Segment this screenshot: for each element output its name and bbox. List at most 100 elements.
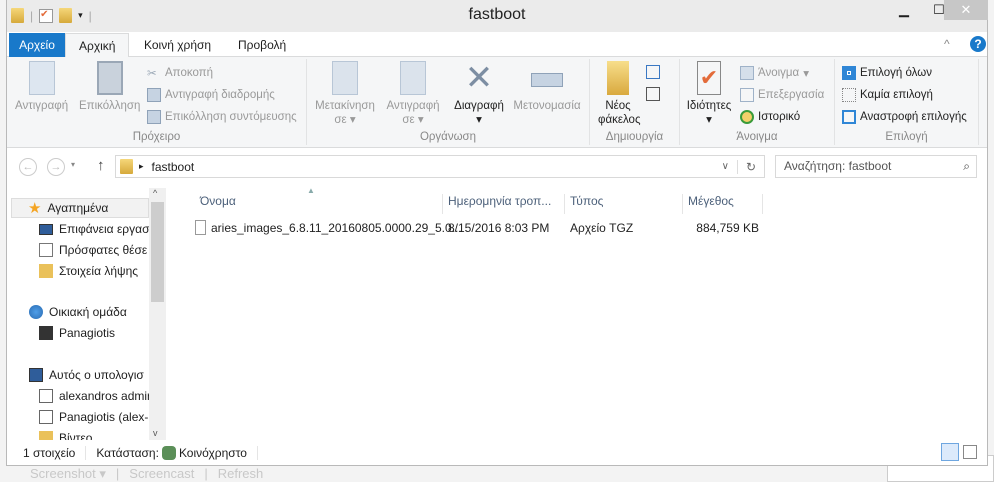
scissors-icon: ✂	[147, 68, 157, 80]
cut-button[interactable]: ✂ Αποκοπή	[147, 66, 213, 80]
move-to-icon	[332, 61, 358, 95]
folder-icon	[120, 159, 133, 174]
nav-scrollbar[interactable]: ^ v	[149, 188, 166, 440]
paste-button[interactable]: Επικόλληση	[79, 61, 140, 113]
open-group: ✔ Ιδιότητες ▾ Άνοιγμα ▾ Επεξεργασία Ιστορι…	[680, 59, 835, 145]
copy-button[interactable]: Αντιγραφή	[15, 61, 68, 113]
tab-home[interactable]: Αρχική	[65, 33, 130, 58]
copy-path-icon	[147, 88, 161, 102]
properties-button[interactable]: ✔ Ιδιότητες ▾	[682, 61, 736, 127]
nav-homegroup-user[interactable]: Panagiotis	[39, 323, 115, 343]
item-count: 1 στοιχείο	[7, 446, 87, 460]
downloads-icon	[39, 264, 53, 278]
breadcrumb-fastboot[interactable]: fastboot	[152, 160, 195, 174]
nav-recent[interactable]: Πρόσφατες θέσε	[39, 240, 147, 260]
new-folder-button[interactable]: Νέος φάκελος	[598, 61, 641, 127]
address-row: ← → ▾ ↑ ▸ fastboot ∨ ↻ Αναζήτηση: fastbo…	[7, 152, 987, 182]
network-drive-icon	[39, 389, 53, 403]
column-name[interactable]: Όνομα	[195, 194, 443, 214]
explorer-window: | ✔ ▾ | fastboot ▁ ☐ ✕ Αρχείο Αρχική Κοι…	[6, 0, 988, 466]
copy-to-icon	[400, 61, 426, 95]
search-icon: ⌕	[963, 159, 970, 173]
address-bar[interactable]: ▸ fastboot ∨ ↻	[115, 155, 765, 178]
large-icons-view-button[interactable]	[963, 445, 977, 459]
edit-button[interactable]: Επεξεργασία	[740, 88, 824, 102]
copy-icon	[28, 61, 55, 95]
up-button[interactable]: ↑	[97, 157, 105, 174]
status-bar: 1 στοιχείο Κατάσταση: Κοινόχρηστο	[7, 443, 987, 463]
select-none-button[interactable]: Καμία επιλογή	[842, 88, 933, 102]
select-group: Επιλογή όλων Καμία επιλογή Αναστροφή επι…	[835, 59, 979, 145]
user-icon	[39, 326, 53, 340]
ribbon-tabs: Αρχείο Αρχική Κοινή χρήση Προβολή ^ ?	[7, 33, 987, 58]
close-button[interactable]: ✕	[944, 0, 988, 20]
file-list: ▲ Όνομα Ημερομηνία τροπ... Τύπος Μέγεθος…	[173, 186, 987, 440]
file-size: 884,759 KB	[696, 221, 759, 235]
clipboard-group: Αντιγραφή Επικόλληση ✂ Αποκοπή Αντιγραφή …	[7, 59, 307, 145]
help-icon[interactable]: ?	[970, 36, 986, 52]
copy-to-button[interactable]: Αντιγραφή σε ▾	[380, 61, 446, 127]
new-group: Νέος φάκελος Δημιουργία	[590, 59, 680, 145]
nav-favorites[interactable]: ★ Αγαπημένα	[11, 198, 149, 218]
nav-network-drive-1[interactable]: alexandros admir	[39, 386, 151, 406]
copy-path-button[interactable]: Αντιγραφή διαδρομής	[147, 88, 275, 102]
column-date[interactable]: Ημερομηνία τροπ...	[443, 194, 565, 214]
delete-button[interactable]: ✕ Διαγραφή ▾	[451, 61, 507, 127]
scroll-down-icon[interactable]: v	[153, 428, 158, 438]
refresh-icon[interactable]: ↻	[736, 159, 764, 174]
forward-button[interactable]: →	[47, 158, 65, 176]
nav-homegroup[interactable]: Οικιακή ομάδα	[29, 302, 127, 322]
desktop-icon	[39, 223, 53, 235]
easy-access-icon[interactable]	[646, 87, 660, 101]
select-none-icon	[842, 88, 856, 102]
rename-button[interactable]: Μετονομασία	[510, 61, 584, 113]
file-date: 8/15/2016 8:03 PM	[448, 221, 550, 235]
paste-shortcut-button[interactable]: Επικόλληση συντόμευσης	[147, 110, 297, 124]
computer-icon	[29, 368, 43, 382]
tab-file[interactable]: Αρχείο	[9, 33, 65, 57]
history-button[interactable]: Ιστορικό	[740, 110, 800, 124]
scrollbar-thumb[interactable]	[151, 202, 164, 302]
invert-selection-button[interactable]: Αναστροφή επιλογής	[842, 110, 967, 124]
edit-icon	[740, 88, 754, 102]
videos-folder-icon	[39, 431, 53, 440]
breadcrumb-chevron-icon[interactable]: ▸	[139, 161, 144, 172]
nav-network-drive-2[interactable]: Panagiotis (alex-l	[39, 407, 151, 427]
refresh-button: Refresh	[217, 466, 264, 481]
back-button[interactable]: ←	[19, 158, 37, 176]
open-button[interactable]: Άνοιγμα ▾	[740, 66, 809, 80]
search-input[interactable]: Αναζήτηση: fastboot ⌕	[775, 155, 977, 178]
details-view-button[interactable]	[941, 443, 959, 461]
navigation-pane: ★ Αγαπημένα Επιφάνεια εργασ Πρόσφατες θέσ…	[9, 188, 167, 440]
organize-group: Μετακίνηση σε ▾ Αντιγραφή σε ▾ ✕ Διαγραφή ▾ …	[307, 59, 590, 145]
homegroup-icon	[29, 305, 43, 319]
address-dropdown-icon[interactable]: ∨	[714, 161, 737, 172]
recent-locations-icon[interactable]: ▾	[71, 160, 75, 169]
open-group-label: Άνοιγμα	[736, 131, 778, 143]
column-type[interactable]: Τύπος	[565, 194, 683, 214]
select-all-button[interactable]: Επιλογή όλων	[842, 66, 932, 80]
select-all-icon	[842, 66, 856, 80]
nav-videos[interactable]: Βίντεο	[39, 428, 92, 440]
tab-view[interactable]: Προβολή	[225, 33, 299, 57]
properties-check-icon: ✔	[697, 61, 721, 95]
organize-group-label: Οργάνωση	[419, 131, 477, 143]
nav-this-pc[interactable]: Αυτός ο υπολογισ	[29, 365, 144, 385]
shared-users-icon	[161, 446, 176, 460]
state-value: Κοινόχρηστο	[179, 446, 258, 460]
clipboard-icon	[96, 61, 123, 95]
column-size[interactable]: Μέγεθος	[683, 194, 763, 214]
nav-desktop[interactable]: Επιφάνεια εργασ	[39, 219, 149, 239]
rename-icon	[531, 73, 563, 87]
window-title: fastboot	[468, 6, 526, 23]
ribbon: Αντιγραφή Επικόλληση ✂ Αποκοπή Αντιγραφή …	[7, 57, 987, 148]
tab-share[interactable]: Κοινή χρήση	[131, 33, 224, 57]
open-icon	[740, 66, 754, 80]
scroll-up-icon[interactable]: ^	[153, 188, 157, 198]
nav-downloads[interactable]: Στοιχεία λήψης	[39, 261, 138, 281]
collapse-ribbon-icon[interactable]: ^	[944, 37, 950, 51]
network-drive-icon	[39, 410, 53, 424]
new-item-icon[interactable]	[646, 65, 660, 79]
clipboard-group-label: Πρόχειρο	[132, 131, 181, 143]
move-to-button[interactable]: Μετακίνηση σε ▾	[312, 61, 378, 127]
